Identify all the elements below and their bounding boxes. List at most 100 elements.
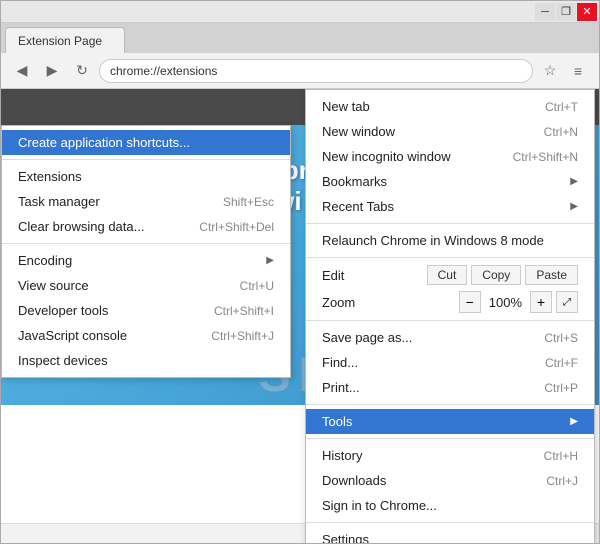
refresh-button[interactable]: ↻ (69, 58, 95, 84)
ctx-right-downloads[interactable]: Downloads Ctrl+J (306, 468, 594, 493)
ctx-right-label-tools: Tools (322, 414, 352, 429)
ctx-right-sep-4 (306, 404, 594, 405)
ctx-right-shortcut-new-tab: Ctrl+T (545, 100, 578, 114)
ctx-right-label-downloads: Downloads (322, 473, 386, 488)
ctx-right-label-incognito: New incognito window (322, 149, 451, 164)
ctx-right-zoom-label: Zoom (322, 295, 459, 310)
ctx-label-encoding: Encoding (18, 253, 72, 268)
ctx-item-extensions[interactable]: Extensions (2, 164, 290, 189)
ctx-right-arrow-recent-tabs: ▶ (570, 201, 578, 212)
ctx-label-view-source: View source (18, 278, 89, 293)
tab-bar: Extension Page (1, 23, 599, 53)
ctx-right-label-signin: Sign in to Chrome... (322, 498, 437, 513)
ctx-right-save-page[interactable]: Save page as... Ctrl+S (306, 325, 594, 350)
ctx-right-shortcut-incognito: Ctrl+Shift+N (513, 150, 578, 164)
star-button[interactable]: ☆ (537, 58, 563, 84)
ctx-right-sep-1 (306, 223, 594, 224)
ctx-right-settings[interactable]: Settings (306, 527, 594, 543)
back-button[interactable]: ◀ (9, 58, 35, 84)
ctx-item-inspect-devices[interactable]: Inspect devices (2, 348, 290, 373)
ctx-shortcut-clear-browsing: Ctrl+Shift+Del (199, 220, 274, 234)
ctx-separator-2 (2, 243, 290, 244)
ctx-right-incognito[interactable]: New incognito window Ctrl+Shift+N (306, 144, 594, 169)
ctx-right-copy-button[interactable]: Copy (471, 265, 521, 285)
ctx-right-history[interactable]: History Ctrl+H (306, 443, 594, 468)
ctx-right-arrow-tools: ▶ (570, 416, 578, 427)
ctx-item-encoding[interactable]: Encoding ▶ (2, 248, 290, 273)
right-context-menu: New tab Ctrl+T New window Ctrl+N New inc… (305, 89, 595, 543)
maximize-button[interactable]: ❐ (556, 3, 576, 21)
ctx-shortcut-js-console: Ctrl+Shift+J (211, 329, 274, 343)
ctx-right-label-save-page: Save page as... (322, 330, 412, 345)
ctx-right-sep-6 (306, 522, 594, 523)
ctx-right-label-recent-tabs: Recent Tabs (322, 199, 394, 214)
ctx-right-zoom-value: 100% (485, 295, 526, 310)
browser-tab[interactable]: Extension Page (5, 27, 125, 53)
ctx-right-edit-row: Edit Cut Copy Paste (306, 262, 594, 288)
toolbar: ◀ ▶ ↻ ☆ ≡ (1, 53, 599, 89)
ctx-right-shortcut-downloads: Ctrl+J (546, 474, 578, 488)
ctx-shortcut-developer-tools: Ctrl+Shift+I (214, 304, 274, 318)
ctx-right-zoom-plus[interactable]: + (530, 291, 552, 313)
ctx-right-sep-3 (306, 320, 594, 321)
ctx-right-arrow-bookmarks: ▶ (570, 176, 578, 187)
ctx-label-js-console: JavaScript console (18, 328, 127, 343)
ctx-separator-1 (2, 159, 290, 160)
ctx-item-view-source[interactable]: View source Ctrl+U (2, 273, 290, 298)
ctx-right-zoom-expand[interactable]: ⤢ (556, 291, 578, 313)
ctx-right-label-find: Find... (322, 355, 358, 370)
content-area: Uninstall S ➕ 🌐 🚚 Enrich your br experie… (1, 89, 599, 543)
ctx-label-create-shortcuts: Create application shortcuts... (18, 135, 190, 150)
ctx-right-shortcut-find: Ctrl+F (545, 356, 578, 370)
ctx-item-developer-tools[interactable]: Developer tools Ctrl+Shift+I (2, 298, 290, 323)
close-button[interactable]: ✕ (577, 3, 597, 21)
ctx-item-js-console[interactable]: JavaScript console Ctrl+Shift+J (2, 323, 290, 348)
ctx-right-find[interactable]: Find... Ctrl+F (306, 350, 594, 375)
ctx-right-label-print: Print... (322, 380, 360, 395)
ctx-right-shortcut-save-page: Ctrl+S (544, 331, 578, 345)
ctx-label-task-manager: Task manager (18, 194, 100, 209)
ctx-right-cut-button[interactable]: Cut (427, 265, 468, 285)
ctx-right-zoom-minus[interactable]: − (459, 291, 481, 313)
ctx-right-label-new-tab: New tab (322, 99, 370, 114)
ctx-right-shortcut-history: Ctrl+H (544, 449, 578, 463)
address-bar[interactable] (99, 59, 533, 83)
ctx-right-zoom-row: Zoom − 100% + ⤢ (306, 288, 594, 316)
ctx-right-relaunch[interactable]: Relaunch Chrome in Windows 8 mode (306, 228, 594, 253)
ctx-shortcut-task-manager: Shift+Esc (223, 195, 274, 209)
ctx-label-extensions: Extensions (18, 169, 82, 184)
ctx-right-label-history: History (322, 448, 362, 463)
ctx-right-sep-5 (306, 438, 594, 439)
ctx-right-bookmarks[interactable]: Bookmarks ▶ (306, 169, 594, 194)
ctx-right-zoom-controls: − 100% + ⤢ (459, 291, 578, 313)
ctx-right-signin[interactable]: Sign in to Chrome... (306, 493, 594, 518)
ctx-right-sep-2 (306, 257, 594, 258)
ctx-shortcut-view-source: Ctrl+U (240, 279, 274, 293)
ctx-label-developer-tools: Developer tools (18, 303, 108, 318)
title-bar: ─ ❐ ✕ (1, 1, 599, 23)
ctx-right-edit-btns: Cut Copy Paste (427, 265, 578, 285)
ctx-right-recent-tabs[interactable]: Recent Tabs ▶ (306, 194, 594, 219)
ctx-right-shortcut-print: Ctrl+P (544, 381, 578, 395)
ctx-arrow-encoding: ▶ (266, 255, 274, 266)
ctx-right-label-bookmarks: Bookmarks (322, 174, 387, 189)
ctx-label-inspect-devices: Inspect devices (18, 353, 108, 368)
ctx-right-tools[interactable]: Tools ▶ (306, 409, 594, 434)
ctx-item-task-manager[interactable]: Task manager Shift+Esc (2, 189, 290, 214)
ctx-right-print[interactable]: Print... Ctrl+P (306, 375, 594, 400)
ctx-right-new-tab[interactable]: New tab Ctrl+T (306, 94, 594, 119)
ctx-label-clear-browsing: Clear browsing data... (18, 219, 144, 234)
browser-window: ─ ❐ ✕ Extension Page ◀ ▶ ↻ ☆ ≡ Uninstall… (0, 0, 600, 544)
ctx-right-paste-button[interactable]: Paste (525, 265, 578, 285)
menu-button[interactable]: ≡ (565, 58, 591, 84)
ctx-right-new-window[interactable]: New window Ctrl+N (306, 119, 594, 144)
ctx-right-edit-label: Edit (322, 268, 427, 283)
ctx-item-clear-browsing[interactable]: Clear browsing data... Ctrl+Shift+Del (2, 214, 290, 239)
ctx-right-label-settings: Settings (322, 532, 369, 543)
toolbar-icons: ☆ ≡ (537, 58, 591, 84)
ctx-item-create-shortcuts[interactable]: Create application shortcuts... (2, 130, 290, 155)
ctx-right-label-relaunch: Relaunch Chrome in Windows 8 mode (322, 233, 544, 248)
ctx-right-shortcut-new-window: Ctrl+N (544, 125, 578, 139)
forward-button[interactable]: ▶ (39, 58, 65, 84)
minimize-button[interactable]: ─ (535, 3, 555, 21)
